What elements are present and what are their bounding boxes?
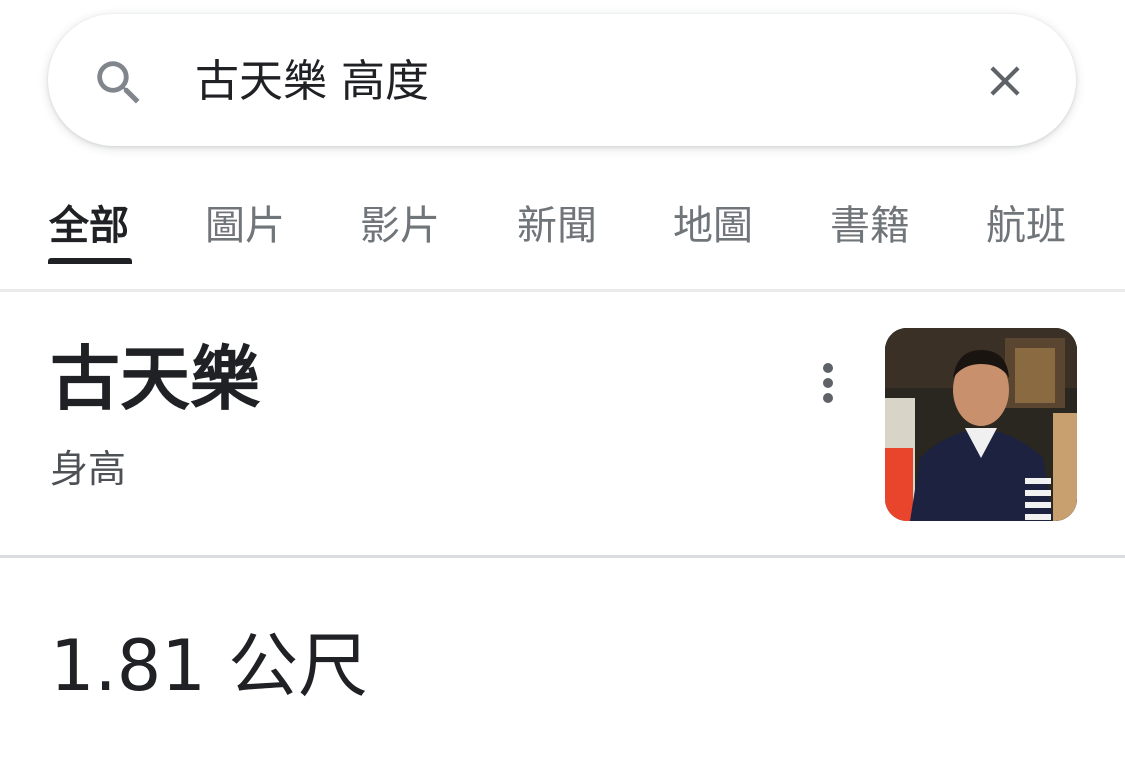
search-icon[interactable]: [90, 54, 148, 112]
search-tabs: 全部 圖片 影片 新聞 地圖 書籍 航班: [0, 195, 1125, 265]
person-photo[interactable]: [885, 328, 1077, 521]
tab-all[interactable]: 全部: [49, 195, 129, 257]
tab-maps[interactable]: 地圖: [673, 195, 753, 257]
tab-flights[interactable]: 航班: [986, 195, 1066, 257]
entity-attribute: 身高: [50, 447, 127, 491]
close-icon[interactable]: [980, 56, 1030, 106]
section-divider: [0, 555, 1125, 558]
tab-books[interactable]: 書籍: [830, 195, 910, 257]
tab-videos[interactable]: 影片: [360, 195, 440, 257]
answer-value: 1.81 公尺: [50, 625, 369, 707]
tab-news[interactable]: 新聞: [517, 195, 597, 257]
active-tab-indicator: [48, 258, 132, 264]
tab-images[interactable]: 圖片: [205, 195, 285, 257]
search-input[interactable]: 古天樂 高度: [195, 52, 429, 112]
more-vert-icon[interactable]: [808, 358, 848, 408]
tabs-divider: [0, 289, 1125, 292]
person-photo-image: [885, 328, 1077, 521]
entity-title: 古天樂: [50, 338, 260, 420]
